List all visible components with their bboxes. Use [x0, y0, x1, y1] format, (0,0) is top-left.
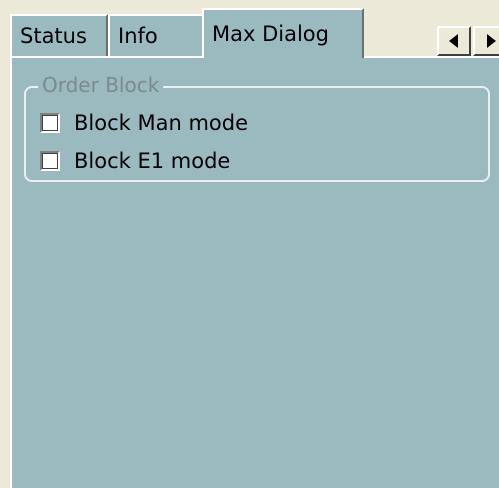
tab-max-dialog-label: Max Dialog [212, 22, 329, 46]
block-e1-mode-label[interactable]: Block E1 mode [74, 149, 230, 173]
tab-panel-max-dialog: Order Block Block Man mode Block E1 mode [10, 56, 499, 488]
tab-scroll-left-button[interactable] [437, 26, 471, 56]
tab-info[interactable]: Info [108, 14, 204, 56]
triangle-right-icon [487, 34, 496, 48]
tab-scroll-right-button[interactable] [473, 26, 499, 56]
order-block-title: Order Block [38, 72, 164, 98]
tab-status[interactable]: Status [10, 14, 108, 56]
block-man-mode-label[interactable]: Block Man mode [74, 111, 248, 135]
block-man-mode-checkbox[interactable] [40, 113, 60, 133]
block-man-mode-option[interactable]: Block Man mode [40, 108, 248, 138]
order-block-group: Order Block Block Man mode Block E1 mode [24, 72, 490, 182]
block-e1-mode-option[interactable]: Block E1 mode [40, 146, 230, 176]
tab-scroll-buttons [437, 26, 499, 56]
tab-status-label: Status [20, 24, 87, 48]
tab-info-label: Info [118, 24, 158, 48]
tab-max-dialog[interactable]: Max Dialog [202, 8, 364, 58]
dialog-window: Status Info Max Dialog Order Block Block… [0, 0, 499, 488]
block-e1-mode-checkbox[interactable] [40, 151, 60, 171]
triangle-left-icon [449, 34, 458, 48]
tab-strip: Status Info Max Dialog [10, 8, 499, 58]
